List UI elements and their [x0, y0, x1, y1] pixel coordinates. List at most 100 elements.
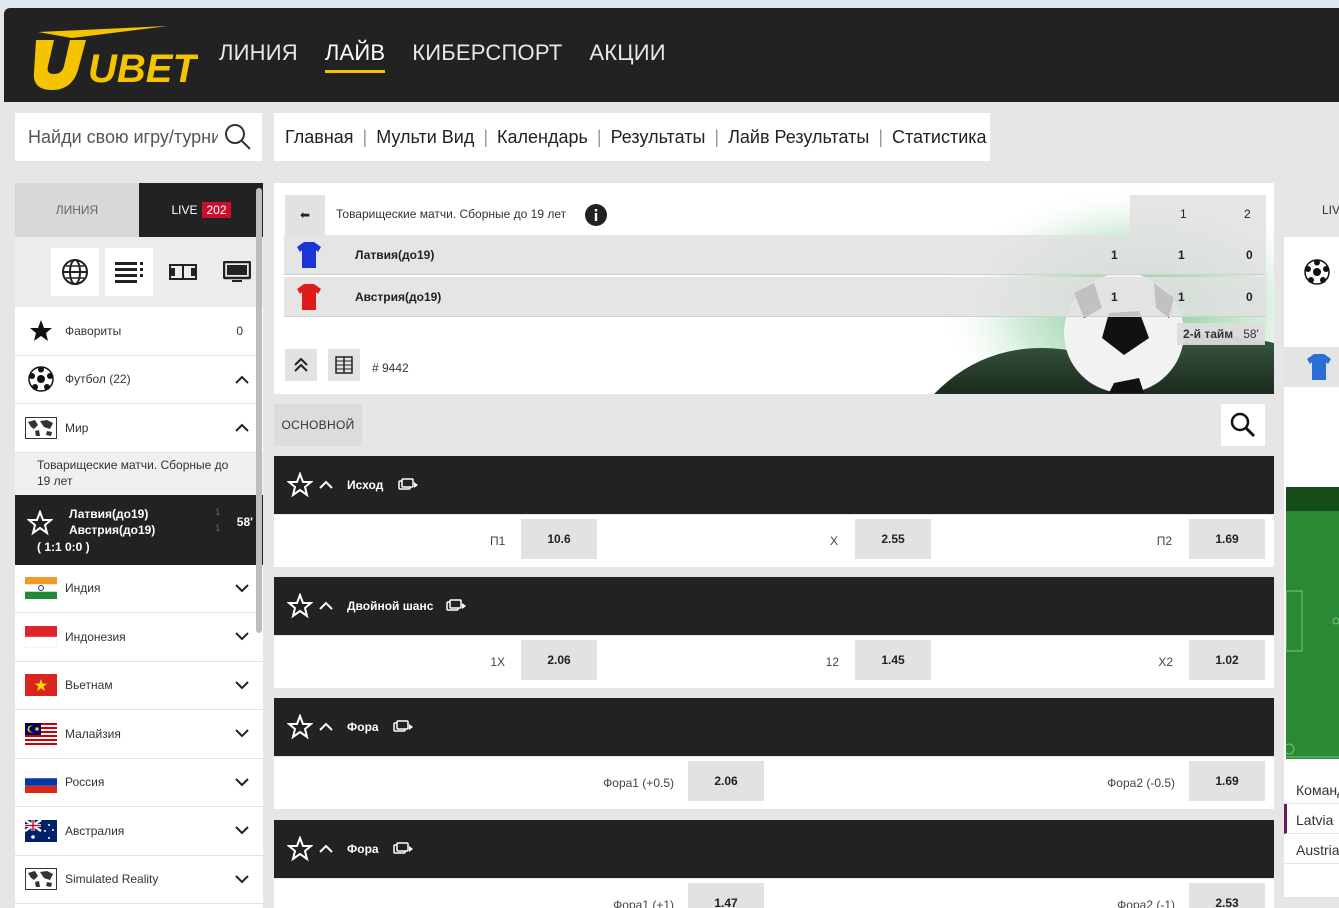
team-austria[interactable]: Austria	[1284, 834, 1339, 864]
sidebar-item-russia[interactable]: Россия	[15, 758, 263, 807]
cashout-icon	[446, 599, 468, 616]
chevron-up-icon[interactable]	[319, 478, 333, 492]
sidebar-item-india[interactable]: Индия	[15, 564, 263, 613]
sidebar-item-football[interactable]: Футбол (22)	[15, 355, 263, 404]
odd-button[interactable]: 2.06	[521, 640, 597, 680]
sidebar-item-world[interactable]: Мир	[15, 404, 263, 453]
sidebar-item-indonesia[interactable]: Индонезия	[15, 613, 263, 662]
market-header[interactable]: Фора	[274, 820, 1274, 878]
sub-nav-live-results[interactable]: Лайв Результаты	[728, 127, 869, 148]
shirt-icon-home	[296, 241, 322, 272]
columns-view-button[interactable]	[328, 349, 360, 381]
market-odds-row: Фора1 (+1) 1.47 Фора2 (-1) 2.53	[274, 879, 1274, 908]
sidebar-item-malaysia[interactable]: Малайзия	[15, 710, 263, 759]
cashout-icon	[393, 720, 415, 737]
tournament-title: Товарищеские матчи. Сборные до 19 лет	[336, 207, 567, 221]
sidebar-item-label: Simulated Reality	[65, 872, 159, 887]
chevron-up-icon[interactable]	[235, 373, 249, 387]
favorites-count: 0	[236, 323, 243, 338]
field-icon[interactable]	[159, 248, 207, 296]
sidebar-item-australia[interactable]: Австралия	[15, 807, 263, 856]
sub-nav-calendar[interactable]: Календарь	[497, 127, 588, 148]
info-icon[interactable]	[584, 203, 608, 232]
chevron-down-icon[interactable]	[235, 824, 249, 838]
pitch-lines	[1284, 590, 1339, 758]
chevron-down-icon[interactable]	[235, 679, 249, 693]
tab-live[interactable]: LIVE 202	[139, 183, 263, 237]
sidebar-live-match[interactable]: Латвия(до19) Австрия(до19) 1 1 ( 1:1 0:0…	[15, 494, 263, 565]
market-header[interactable]: Двойной шанс	[274, 577, 1274, 635]
view-mode-bar	[15, 237, 263, 307]
match-header: ⬅ Товарищеские матчи. Сборные до 19 лет …	[274, 183, 1274, 394]
chevron-up-icon[interactable]	[319, 842, 333, 856]
odd-button[interactable]: 1.45	[855, 640, 931, 680]
odd-label: X	[829, 534, 838, 548]
nav-line[interactable]: ЛИНИЯ	[219, 40, 298, 73]
logo-text: UBET	[88, 47, 198, 90]
market-title: Исход	[347, 478, 384, 492]
soccer-ball-icon	[1304, 259, 1330, 290]
tv-icon[interactable]	[213, 248, 261, 296]
market-header[interactable]: Фора	[274, 698, 1274, 756]
score-col-2: 2	[1244, 207, 1251, 221]
sidebar-item-label: Австралия	[65, 823, 125, 838]
sub-nav-home[interactable]: Главная	[285, 127, 354, 148]
chevron-down-icon[interactable]	[235, 873, 249, 887]
market-search-button[interactable]	[1221, 404, 1265, 446]
sidebar-scrollbar[interactable]	[256, 188, 262, 633]
ubet-logo[interactable]: UBET	[28, 20, 198, 90]
sub-nav-multiview[interactable]: Мульти Вид	[376, 127, 474, 148]
live-count-badge: 202	[202, 202, 231, 218]
odd-label: 1X	[490, 655, 505, 669]
team-latvia[interactable]: Latvia	[1284, 804, 1339, 834]
collapse-button[interactable]	[285, 349, 317, 381]
chevron-down-icon[interactable]	[235, 727, 249, 741]
search-input[interactable]	[28, 126, 218, 148]
search-icon[interactable]	[224, 123, 252, 156]
right-live-tab[interactable]: LIVE	[1284, 183, 1339, 237]
odd-button[interactable]: 2.06	[688, 761, 764, 801]
odd-button[interactable]: 1.47	[688, 883, 764, 908]
chevron-up-icon[interactable]	[235, 421, 249, 435]
odd-button[interactable]: 2.53	[1189, 883, 1265, 908]
star-outline-icon[interactable]	[286, 592, 314, 622]
market-filter-bar: ОСНОВНОЙ	[274, 404, 1274, 446]
double-chevron-up-icon	[294, 357, 308, 372]
chevron-down-icon[interactable]	[235, 630, 249, 644]
chevron-down-icon[interactable]	[235, 776, 249, 790]
market-header[interactable]: Исход	[274, 456, 1274, 514]
sub-nav-results[interactable]: Результаты	[611, 127, 706, 148]
match-team-away: Австрия(до19)	[69, 522, 156, 537]
sidebar-item-simulated-reality[interactable]: Simulated Reality	[15, 855, 263, 904]
odd-button[interactable]: 1.02	[1189, 640, 1265, 680]
sidebar-item-favorites[interactable]: Фавориты 0	[15, 307, 263, 356]
star-outline-icon[interactable]	[286, 471, 314, 501]
tournament-item[interactable]: Товарищеские матчи. Сборные до 19 лет	[15, 452, 263, 495]
world-map-icon	[25, 867, 57, 891]
shirt-icon-home	[1307, 354, 1331, 380]
star-outline-icon[interactable]	[286, 835, 314, 865]
odd-button[interactable]: 10.6	[521, 519, 597, 559]
star-outline-icon[interactable]	[286, 713, 314, 743]
nav-esports[interactable]: КИБЕРСПОРТ	[412, 40, 562, 73]
sub-nav-statistics[interactable]: Статистика	[892, 127, 987, 148]
chevron-up-icon[interactable]	[319, 599, 333, 613]
globe-icon[interactable]	[51, 248, 99, 296]
team-name-home: Латвия(до19)	[355, 248, 435, 262]
sidebar-tabs: ЛИНИЯ LIVE 202	[15, 183, 263, 237]
tab-line[interactable]: ЛИНИЯ	[15, 183, 139, 237]
chevron-up-icon[interactable]	[319, 720, 333, 734]
odd-button[interactable]: 1.69	[1189, 761, 1265, 801]
odd-label: X2	[1158, 655, 1173, 669]
back-button[interactable]: ⬅	[285, 195, 325, 235]
right-team-row	[1284, 347, 1339, 387]
sidebar-item-vietnam[interactable]: Вьетнам	[15, 661, 263, 710]
star-outline-icon[interactable]	[26, 508, 54, 539]
list-view-icon[interactable]	[105, 248, 153, 296]
chevron-down-icon[interactable]	[235, 582, 249, 596]
filter-main-button[interactable]: ОСНОВНОЙ	[274, 404, 362, 446]
nav-promotions[interactable]: АКЦИИ	[589, 40, 665, 73]
nav-live[interactable]: ЛАЙВ	[324, 40, 386, 73]
odd-button[interactable]: 2.55	[855, 519, 931, 559]
odd-button[interactable]: 1.69	[1189, 519, 1265, 559]
